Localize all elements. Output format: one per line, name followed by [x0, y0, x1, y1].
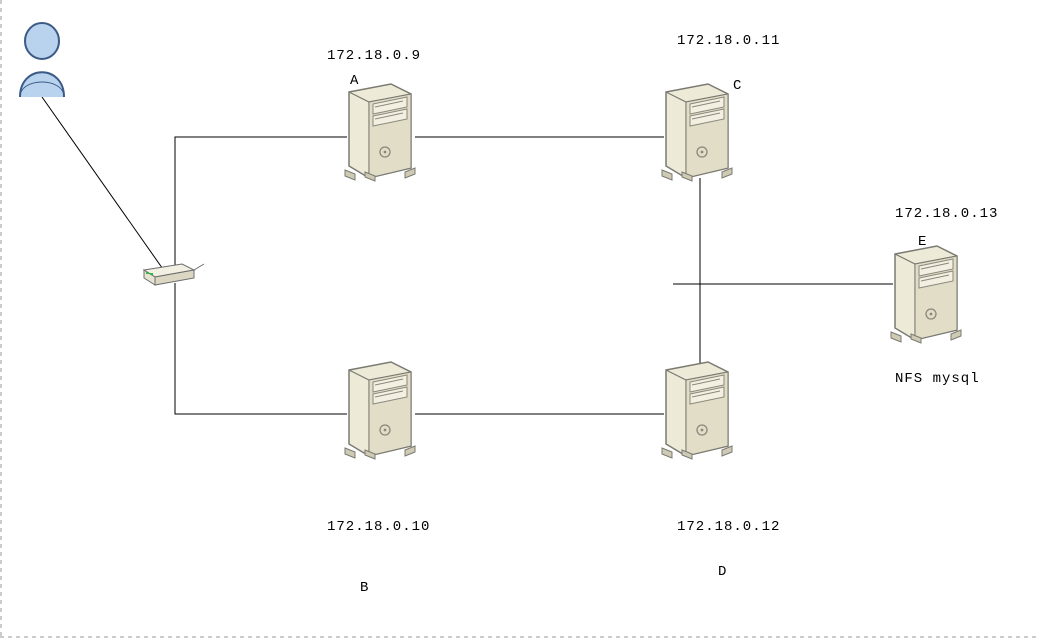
server-e-letter: E	[918, 234, 927, 250]
server-e-caption: NFS mysql	[895, 371, 980, 387]
server-e-ip: 172.18.0.13	[895, 206, 998, 222]
server-e-icon	[0, 0, 1037, 638]
